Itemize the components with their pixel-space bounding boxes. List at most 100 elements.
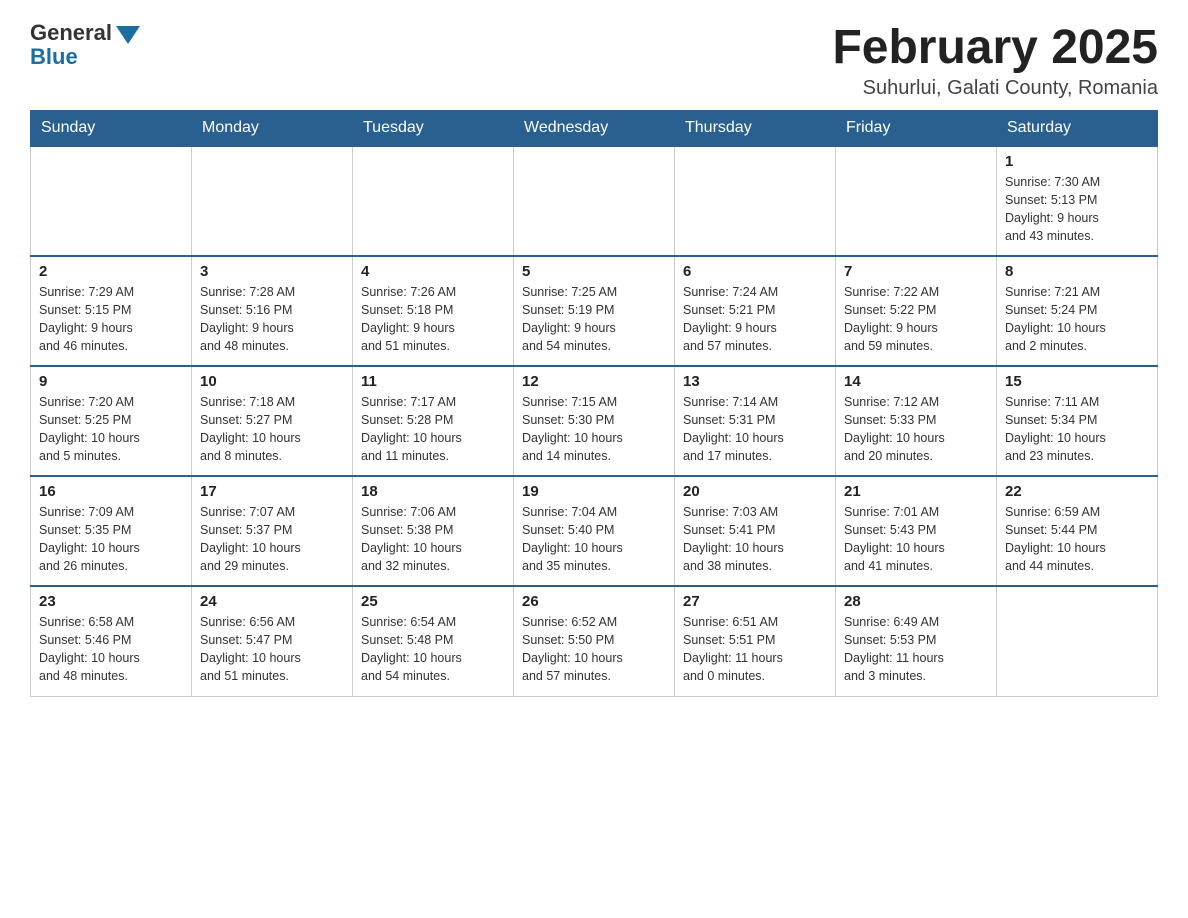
day-number: 10 — [200, 373, 344, 390]
day-number: 8 — [1005, 263, 1149, 280]
day-number: 22 — [1005, 483, 1149, 500]
day-number: 25 — [361, 593, 505, 610]
month-year-title: February 2025 — [832, 20, 1158, 75]
day-info: Sunrise: 6:49 AMSunset: 5:53 PMDaylight:… — [844, 613, 988, 686]
calendar-cell: 14 Sunrise: 7:12 AMSunset: 5:33 PMDayligh… — [836, 366, 997, 476]
day-number: 15 — [1005, 373, 1149, 390]
calendar-cell: 4 Sunrise: 7:26 AMSunset: 5:18 PMDaylight… — [353, 256, 514, 366]
day-number: 24 — [200, 593, 344, 610]
day-number: 1 — [1005, 153, 1149, 170]
day-info: Sunrise: 7:30 AMSunset: 5:13 PMDaylight:… — [1005, 173, 1149, 246]
day-info: Sunrise: 7:26 AMSunset: 5:18 PMDaylight:… — [361, 283, 505, 356]
weekday-header-saturday: Saturday — [997, 111, 1158, 147]
title-section: February 2025 Suhurlui, Galati County, R… — [832, 20, 1158, 100]
calendar-cell: 12 Sunrise: 7:15 AMSunset: 5:30 PMDayligh… — [514, 366, 675, 476]
day-number: 3 — [200, 263, 344, 280]
day-info: Sunrise: 7:22 AMSunset: 5:22 PMDaylight:… — [844, 283, 988, 356]
day-info: Sunrise: 7:29 AMSunset: 5:15 PMDaylight:… — [39, 283, 183, 356]
calendar-cell: 18 Sunrise: 7:06 AMSunset: 5:38 PMDayligh… — [353, 476, 514, 586]
day-info: Sunrise: 6:59 AMSunset: 5:44 PMDaylight:… — [1005, 503, 1149, 576]
day-info: Sunrise: 6:51 AMSunset: 5:51 PMDaylight:… — [683, 613, 827, 686]
day-number: 2 — [39, 263, 183, 280]
day-info: Sunrise: 7:28 AMSunset: 5:16 PMDaylight:… — [200, 283, 344, 356]
calendar-cell: 7 Sunrise: 7:22 AMSunset: 5:22 PMDaylight… — [836, 256, 997, 366]
calendar-cell: 27 Sunrise: 6:51 AMSunset: 5:51 PMDayligh… — [675, 586, 836, 696]
day-number: 28 — [844, 593, 988, 610]
weekday-header-friday: Friday — [836, 111, 997, 147]
calendar-cell: 19 Sunrise: 7:04 AMSunset: 5:40 PMDayligh… — [514, 476, 675, 586]
weekday-header-thursday: Thursday — [675, 111, 836, 147]
day-number: 6 — [683, 263, 827, 280]
logo-general-text: General — [30, 20, 112, 46]
calendar-cell: 10 Sunrise: 7:18 AMSunset: 5:27 PMDayligh… — [192, 366, 353, 476]
weekday-header-sunday: Sunday — [31, 111, 192, 147]
calendar-cell: 23 Sunrise: 6:58 AMSunset: 5:46 PMDayligh… — [31, 586, 192, 696]
day-info: Sunrise: 7:09 AMSunset: 5:35 PMDaylight:… — [39, 503, 183, 576]
day-info: Sunrise: 7:11 AMSunset: 5:34 PMDaylight:… — [1005, 393, 1149, 466]
calendar-cell — [31, 146, 192, 256]
week-row-4: 16 Sunrise: 7:09 AMSunset: 5:35 PMDayligh… — [31, 476, 1158, 586]
day-info: Sunrise: 6:52 AMSunset: 5:50 PMDaylight:… — [522, 613, 666, 686]
week-row-5: 23 Sunrise: 6:58 AMSunset: 5:46 PMDayligh… — [31, 586, 1158, 696]
day-number: 23 — [39, 593, 183, 610]
calendar-cell: 6 Sunrise: 7:24 AMSunset: 5:21 PMDaylight… — [675, 256, 836, 366]
calendar-cell — [836, 146, 997, 256]
calendar-cell: 3 Sunrise: 7:28 AMSunset: 5:16 PMDaylight… — [192, 256, 353, 366]
calendar-cell: 22 Sunrise: 6:59 AMSunset: 5:44 PMDayligh… — [997, 476, 1158, 586]
day-info: Sunrise: 7:21 AMSunset: 5:24 PMDaylight:… — [1005, 283, 1149, 356]
day-info: Sunrise: 7:20 AMSunset: 5:25 PMDaylight:… — [39, 393, 183, 466]
calendar-cell — [192, 146, 353, 256]
day-number: 18 — [361, 483, 505, 500]
weekday-header-wednesday: Wednesday — [514, 111, 675, 147]
day-number: 14 — [844, 373, 988, 390]
day-info: Sunrise: 7:18 AMSunset: 5:27 PMDaylight:… — [200, 393, 344, 466]
logo: General Blue — [30, 20, 140, 70]
day-number: 16 — [39, 483, 183, 500]
calendar-cell — [353, 146, 514, 256]
day-info: Sunrise: 7:01 AMSunset: 5:43 PMDaylight:… — [844, 503, 988, 576]
day-info: Sunrise: 7:03 AMSunset: 5:41 PMDaylight:… — [683, 503, 827, 576]
calendar-cell: 11Sunrise: 7:17 AMSunset: 5:28 PMDayligh… — [353, 366, 514, 476]
day-info: Sunrise: 6:58 AMSunset: 5:46 PMDaylight:… — [39, 613, 183, 686]
calendar-cell: 28 Sunrise: 6:49 AMSunset: 5:53 PMDayligh… — [836, 586, 997, 696]
day-info: Sunrise: 7:07 AMSunset: 5:37 PMDaylight:… — [200, 503, 344, 576]
calendar-cell: 8 Sunrise: 7:21 AMSunset: 5:24 PMDaylight… — [997, 256, 1158, 366]
calendar-cell: 9 Sunrise: 7:20 AMSunset: 5:25 PMDaylight… — [31, 366, 192, 476]
calendar-cell: 13 Sunrise: 7:14 AMSunset: 5:31 PMDayligh… — [675, 366, 836, 476]
day-info: Sunrise: 7:24 AMSunset: 5:21 PMDaylight:… — [683, 283, 827, 356]
location-subtitle: Suhurlui, Galati County, Romania — [832, 77, 1158, 100]
logo-blue-text: Blue — [30, 44, 78, 70]
day-number: 19 — [522, 483, 666, 500]
day-number: 13 — [683, 373, 827, 390]
day-number: 11 — [361, 373, 505, 390]
day-number: 27 — [683, 593, 827, 610]
day-number: 5 — [522, 263, 666, 280]
calendar-cell: 1 Sunrise: 7:30 AMSunset: 5:13 PMDaylight… — [997, 146, 1158, 256]
day-info: Sunrise: 7:14 AMSunset: 5:31 PMDaylight:… — [683, 393, 827, 466]
calendar-cell: 25 Sunrise: 6:54 AMSunset: 5:48 PMDayligh… — [353, 586, 514, 696]
day-number: 12 — [522, 373, 666, 390]
calendar-cell: 24Sunrise: 6:56 AMSunset: 5:47 PMDayligh… — [192, 586, 353, 696]
day-number: 26 — [522, 593, 666, 610]
day-number: 7 — [844, 263, 988, 280]
weekday-header-row: SundayMondayTuesdayWednesdayThursdayFrid… — [31, 111, 1158, 147]
logo-arrow-icon — [116, 26, 140, 44]
weekday-header-tuesday: Tuesday — [353, 111, 514, 147]
week-row-3: 9 Sunrise: 7:20 AMSunset: 5:25 PMDaylight… — [31, 366, 1158, 476]
day-info: Sunrise: 7:06 AMSunset: 5:38 PMDaylight:… — [361, 503, 505, 576]
day-info: Sunrise: 7:04 AMSunset: 5:40 PMDaylight:… — [522, 503, 666, 576]
calendar-cell — [997, 586, 1158, 696]
day-info: Sunrise: 7:15 AMSunset: 5:30 PMDaylight:… — [522, 393, 666, 466]
day-number: 20 — [683, 483, 827, 500]
day-info: Sunrise: 7:12 AMSunset: 5:33 PMDaylight:… — [844, 393, 988, 466]
weekday-header-monday: Monday — [192, 111, 353, 147]
day-number: 9 — [39, 373, 183, 390]
day-info: Sunrise: 6:54 AMSunset: 5:48 PMDaylight:… — [361, 613, 505, 686]
page-header: General Blue February 2025 Suhurlui, Gal… — [30, 20, 1158, 100]
calendar-table: SundayMondayTuesdayWednesdayThursdayFrid… — [30, 110, 1158, 697]
calendar-cell — [514, 146, 675, 256]
calendar-cell: 16 Sunrise: 7:09 AMSunset: 5:35 PMDayligh… — [31, 476, 192, 586]
calendar-cell: 15 Sunrise: 7:11 AMSunset: 5:34 PMDayligh… — [997, 366, 1158, 476]
calendar-cell: 26 Sunrise: 6:52 AMSunset: 5:50 PMDayligh… — [514, 586, 675, 696]
day-number: 4 — [361, 263, 505, 280]
